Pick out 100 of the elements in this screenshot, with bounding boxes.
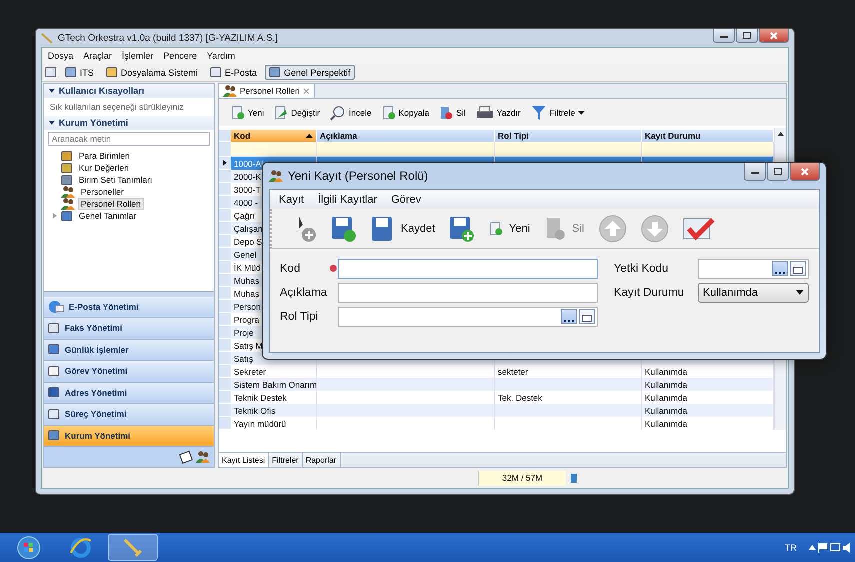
windows-orb-icon (17, 536, 41, 560)
close-icon (770, 32, 778, 40)
perspective-button[interactable]: Genel Perspektif (265, 65, 355, 80)
column-header[interactable]: Kayıt Durumu (642, 130, 774, 142)
column-header[interactable]: Kod (231, 130, 317, 142)
table-cell: Sekreter (234, 366, 266, 376)
perspective-button[interactable]: E-Posta (206, 65, 262, 80)
lookup-field[interactable] (338, 306, 598, 326)
person-icon (61, 186, 75, 198)
editor-tab[interactable]: Personel Rolleri (219, 84, 315, 98)
table-cell: Genel (234, 250, 257, 260)
navigation-button[interactable]: E-Posta Yönetimi (44, 296, 214, 318)
column-header[interactable]: Açıklama (317, 130, 495, 142)
filter-cell[interactable] (495, 142, 642, 157)
table-row[interactable]: Yayın müdürü Kullanımda (219, 417, 774, 430)
search-field[interactable]: Aranacak metin (48, 132, 210, 146)
close-button[interactable] (790, 163, 820, 181)
toolbar-button[interactable]: Yazdır (474, 106, 523, 120)
menu-item[interactable]: İşlemler (118, 51, 158, 61)
menu-item[interactable]: İlgili Kayıtlar (313, 194, 382, 206)
menu-item[interactable]: Araçlar (80, 51, 116, 61)
toolbar-button[interactable]: Değiştir (272, 106, 322, 120)
navigation-button[interactable]: Görev Yönetimi (44, 361, 214, 382)
close-icon (303, 88, 310, 94)
navigation-button[interactable]: Kurum Yönetimi (44, 426, 214, 447)
table-cell: 4000 - (234, 198, 258, 208)
row-pointer-icon (223, 160, 227, 166)
printer-icon (476, 106, 494, 120)
view-tab[interactable]: Raporlar (302, 453, 340, 467)
filter-cell[interactable] (317, 142, 495, 157)
filter-cell[interactable] (642, 142, 774, 157)
navigation-button[interactable]: Süreç Yönetimi (44, 404, 214, 426)
navigation-button[interactable]: Adres Yönetimi (44, 382, 214, 404)
tree-item[interactable]: Para Birimleri (76, 150, 134, 162)
table-cell: sekteter (498, 366, 528, 376)
toolbar-button[interactable]: Yeni (486, 222, 534, 236)
table-row[interactable]: Sekreter sekteter Kullanımda (219, 365, 774, 378)
menu-item[interactable]: Kayıt (274, 194, 310, 206)
expander-icon[interactable] (52, 213, 58, 219)
tree-item[interactable]: Kur Değerleri (76, 162, 132, 174)
menu-item[interactable]: Pencere (160, 51, 202, 61)
toolbar-button[interactable]: Kaydet (368, 214, 438, 242)
toolbar-button[interactable]: Filtrele (528, 104, 588, 120)
minimize-button[interactable] (744, 163, 766, 181)
table-cell: Tek. Destek (498, 392, 542, 402)
browse-icon[interactable] (772, 261, 788, 276)
browse-icon[interactable] (561, 309, 577, 324)
window-title: GTech Orkestra v1.0a (build 1337) [G-YAZILIM A.S.] (58, 32, 279, 44)
table-cell: Proje (234, 328, 254, 338)
taskbar-app[interactable] (108, 534, 158, 561)
perspective-button[interactable]: Dosyalama Sistemi (102, 65, 202, 80)
view-tab[interactable]: Kayıt Listesi (219, 453, 270, 467)
table-cell: 3000-T (234, 184, 261, 194)
section-header[interactable]: Kurum Yönetimi (44, 116, 214, 130)
maximize-button[interactable] (736, 29, 758, 43)
tree-item[interactable]: Genel Tanımlar (76, 210, 140, 222)
magnifier-icon (330, 104, 346, 120)
close-button[interactable] (759, 29, 789, 43)
globe-mail-icon (48, 300, 64, 314)
tree-item[interactable]: Personel Rolleri (78, 198, 144, 210)
menu-item[interactable]: Görev (386, 194, 426, 206)
menu-item[interactable]: Dosya (44, 51, 78, 61)
notepad-icon (179, 450, 193, 464)
table-cell: Kullanımda (645, 418, 688, 428)
tree-item[interactable]: Personeller (78, 186, 127, 198)
new-document-icon (231, 106, 245, 120)
perspective-button[interactable]: ITS (61, 65, 98, 80)
tree-item[interactable]: Birim Seti Tanımları (76, 174, 156, 186)
maximize-icon (743, 32, 751, 39)
table-row[interactable]: Teknik Destek Tek. Destek Kullanımda (219, 391, 774, 404)
menu-item[interactable]: Yardım (203, 51, 240, 61)
toolbar-button[interactable]: İncele (328, 104, 374, 120)
card-icon[interactable] (579, 309, 595, 324)
new-document-icon (489, 222, 504, 236)
toolbar-button[interactable]: Sil (437, 106, 468, 120)
toolbar-button[interactable]: Yeni (229, 106, 266, 120)
section-header[interactable]: Kullanıcı Kısayolları (44, 84, 214, 98)
close-icon (801, 168, 809, 176)
maximize-button[interactable] (767, 163, 789, 181)
network-icon (830, 542, 841, 552)
table-cell: İK Müd (234, 262, 261, 272)
column-header[interactable]: Rol Tipi (495, 130, 642, 142)
navigation-button[interactable]: Faks Yönetimi (44, 318, 214, 340)
tray-arrow-icon (809, 545, 816, 550)
table-cell: Çağrı (234, 210, 255, 220)
cursor-add-icon (297, 214, 317, 242)
table-row[interactable]: Sistem Bakım Onarım Kullanımda (219, 378, 774, 391)
status-dropdown[interactable]: Kullanımda (698, 282, 809, 302)
minimize-button[interactable] (713, 29, 735, 43)
table-row[interactable]: Teknik Ofis Kullanımda (219, 404, 774, 417)
table-cell: Muhas (234, 276, 260, 286)
lookup-field[interactable] (698, 258, 809, 278)
text-field[interactable] (338, 282, 598, 302)
view-tab[interactable]: Filtreler (269, 453, 303, 467)
filter-cell[interactable] (231, 142, 317, 157)
maximize-icon (774, 168, 782, 175)
toolbar-button[interactable]: Kopyala (380, 106, 432, 120)
navigation-button[interactable]: Günlük İşlemler (44, 340, 214, 361)
card-icon[interactable] (790, 261, 806, 276)
language-indicator[interactable]: TR (785, 542, 797, 552)
